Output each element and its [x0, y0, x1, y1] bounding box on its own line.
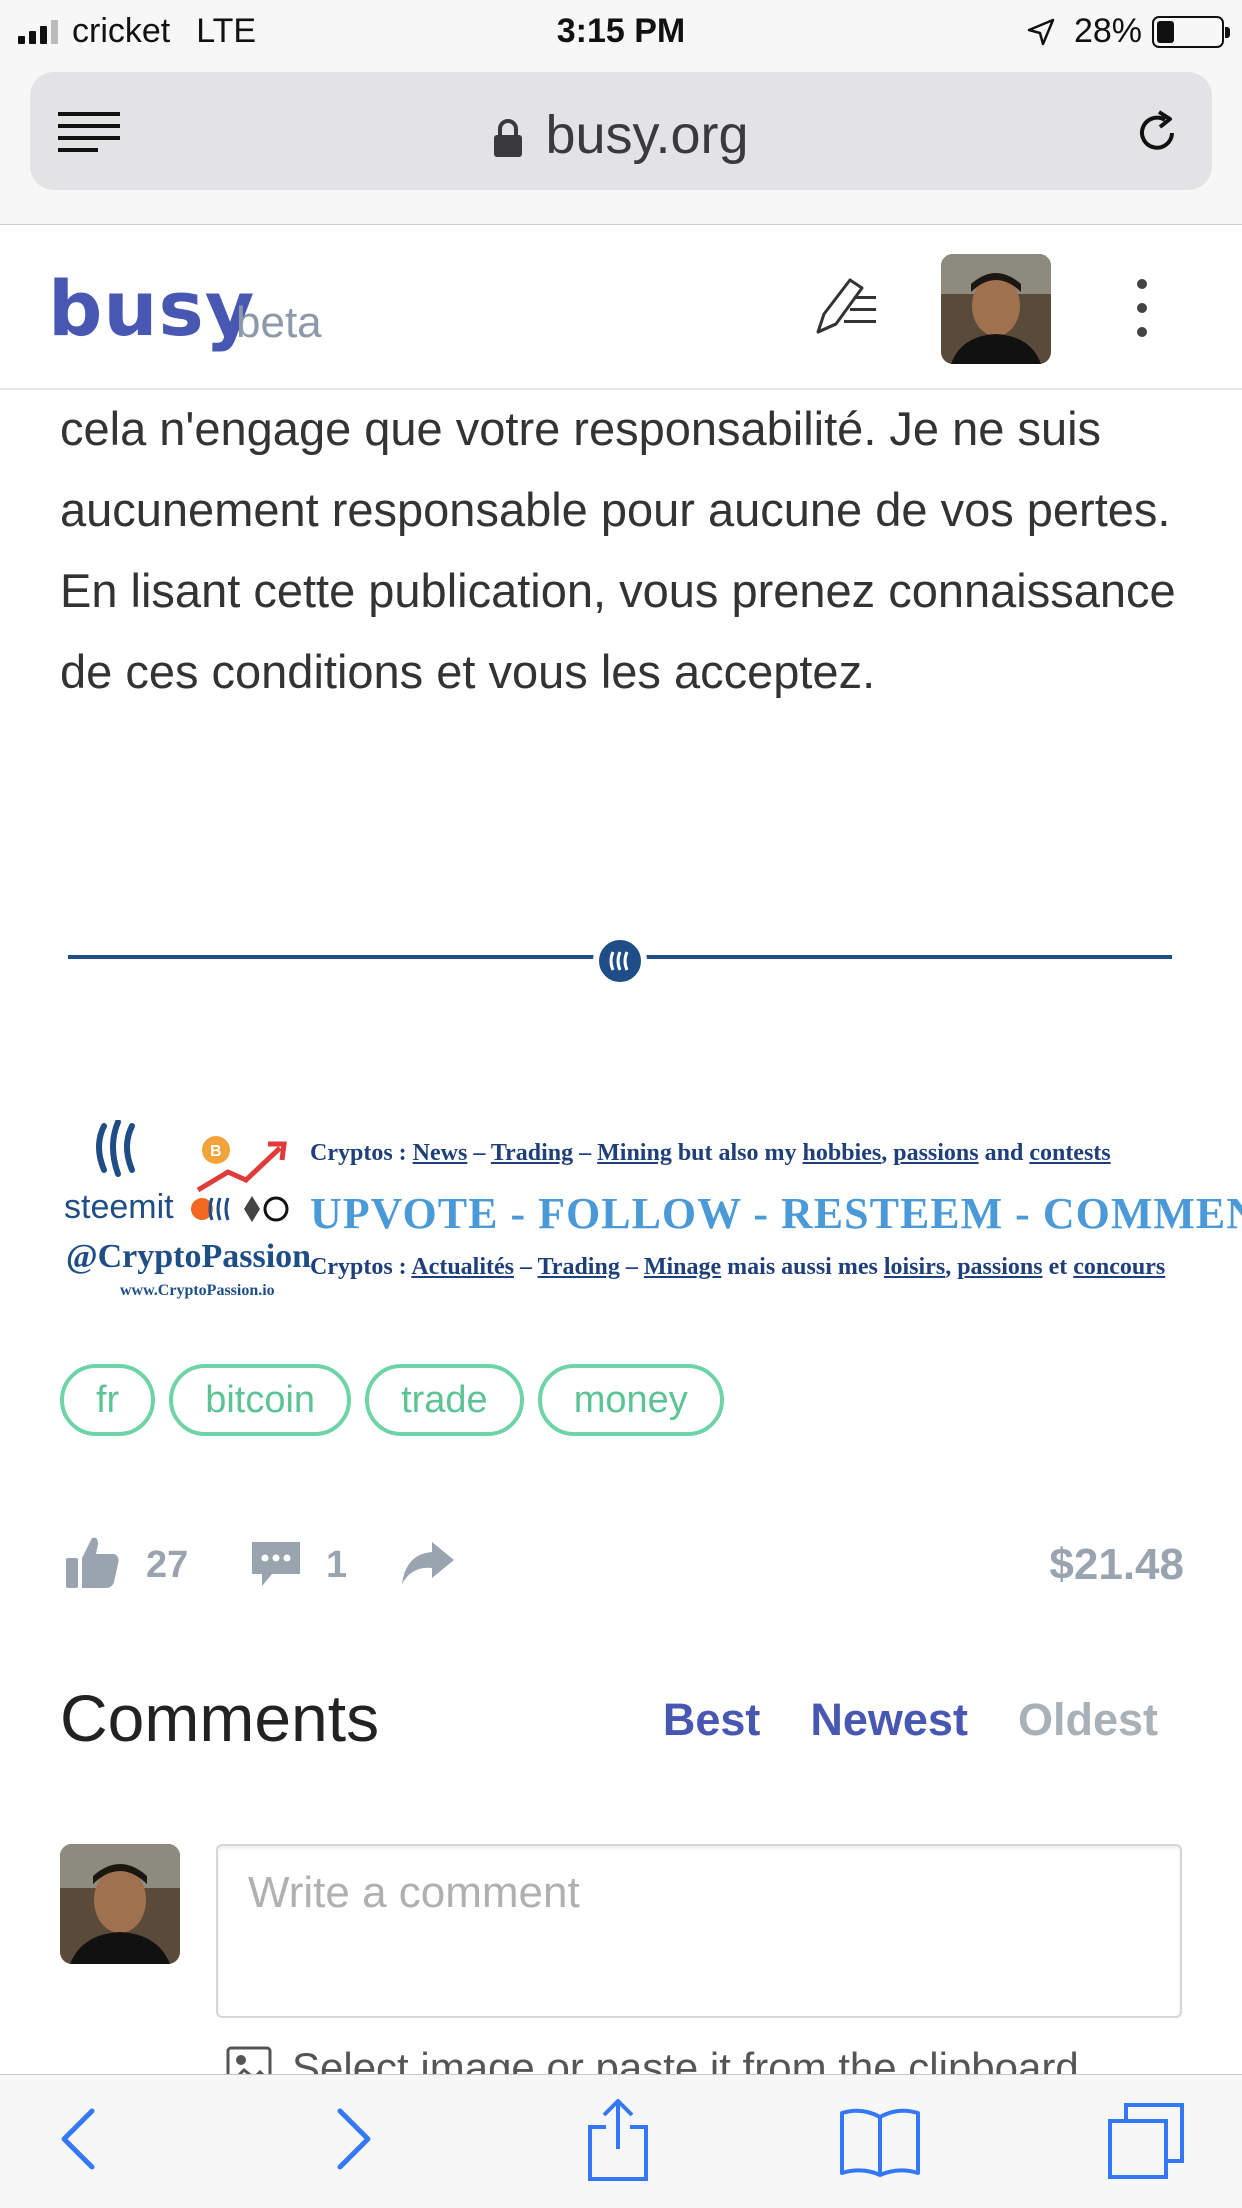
banner-line-english: Cryptos : News – Trading – Mining but al…: [310, 1140, 1111, 1167]
location-icon: [1027, 18, 1055, 45]
sort-oldest[interactable]: Oldest: [1018, 1694, 1158, 1746]
svg-text:B: B: [210, 1143, 222, 1160]
like-count: 27: [146, 1544, 189, 1586]
battery-icon: [1152, 15, 1230, 48]
avatar-photo: [941, 254, 1051, 364]
banner-link: contests: [1029, 1140, 1111, 1166]
banner-line-french: Cryptos : Actualités – Trading – Minage …: [310, 1254, 1165, 1281]
avatar-photo: [60, 1844, 180, 1964]
lock-icon: [494, 119, 523, 157]
banner-text: –: [514, 1254, 538, 1280]
reload-icon[interactable]: [1132, 108, 1182, 158]
banner-text: –: [573, 1140, 598, 1166]
steemit-wordmark: steemit: [64, 1188, 174, 1226]
payout-value[interactable]: $21.48: [1049, 1540, 1184, 1590]
bitcoin-chart-icon: B: [196, 1136, 287, 1193]
safari-toolbar: [0, 2074, 1242, 2208]
banner-text: ,: [945, 1254, 958, 1280]
banner-link: Trading: [490, 1140, 574, 1166]
battery-percent: 28%: [1073, 12, 1142, 50]
tag-fr[interactable]: fr: [60, 1364, 156, 1436]
comment-icon[interactable]: [248, 1538, 304, 1590]
section-divider: [68, 934, 1172, 988]
address-bar[interactable]: busy.org: [30, 72, 1212, 190]
banner-text: and: [978, 1140, 1030, 1166]
banner-text: but also my: [671, 1140, 803, 1166]
browser-chrome: busy.org: [0, 62, 1242, 225]
comment-count: 1: [326, 1544, 348, 1586]
comment-input[interactable]: Write a comment: [216, 1844, 1182, 2018]
tag-money[interactable]: money: [537, 1364, 724, 1436]
share-icon[interactable]: [398, 1538, 456, 1588]
banner-link: concours: [1073, 1254, 1166, 1280]
banner-text: –: [467, 1140, 491, 1166]
comment-sort: Best Newest Oldest: [663, 1694, 1158, 1746]
banner-link: Minage: [643, 1254, 722, 1280]
status-bar: cricket LTE 3:15 PM 28%: [0, 0, 1242, 62]
banner-link: Trading: [537, 1254, 620, 1280]
banner-link: Mining: [597, 1140, 672, 1166]
tag-trade[interactable]: trade: [365, 1364, 524, 1436]
share-sheet-icon[interactable]: [586, 2097, 650, 2181]
beta-badge: beta: [236, 298, 322, 347]
banner-link: loisirs: [883, 1254, 946, 1280]
more-icon[interactable]: [1130, 276, 1154, 340]
steem-logo-icon: [96, 1120, 135, 1177]
cryptopassion-banner[interactable]: B steemit @CryptoPassion www.CryptoPassi…: [60, 1110, 1242, 1310]
url-text: busy.org: [545, 105, 749, 165]
like-icon[interactable]: [64, 1534, 122, 1590]
commenter-avatar: [60, 1844, 180, 1964]
banner-cta: UPVOTE - FOLLOW - RESTEEM - COMMENT: [310, 1189, 1242, 1238]
article-body: cela n'engage que votre responsabilité. …: [60, 402, 1176, 698]
banner-link: passions: [893, 1140, 979, 1166]
banner-text: Cryptos :: [310, 1140, 413, 1166]
tag-bitcoin[interactable]: bitcoin: [169, 1364, 352, 1436]
banner-link: News: [412, 1140, 468, 1166]
user-avatar[interactable]: [941, 254, 1051, 364]
sort-best[interactable]: Best: [663, 1694, 761, 1746]
tag-list: fr bitcoin trade money: [60, 1364, 724, 1436]
sort-newest[interactable]: Newest: [810, 1694, 968, 1746]
banner-link: Actualités: [411, 1254, 514, 1280]
banner-link: hobbies: [802, 1140, 882, 1166]
steem-icon: [593, 934, 647, 988]
comments-heading: Comments: [60, 1681, 380, 1755]
back-icon[interactable]: [58, 2107, 98, 2171]
banner-text: –: [619, 1254, 644, 1280]
write-icon[interactable]: [810, 274, 878, 342]
post-actions: 27 1 $21.48: [64, 1534, 1184, 1594]
busy-logo[interactable]: busy: [48, 264, 255, 353]
status-right: 28%: [1026, 12, 1230, 51]
bookmarks-icon[interactable]: [838, 2107, 922, 2177]
banner-text: mais aussi mes: [721, 1254, 884, 1280]
banner-link: passions: [957, 1254, 1043, 1280]
banner-site: www.CryptoPassion.io: [120, 1282, 275, 1299]
app-header: busy beta: [0, 226, 1242, 390]
banner-text: Cryptos :: [310, 1254, 412, 1280]
banner-text: et: [1042, 1254, 1074, 1280]
banner-handle: @CryptoPassion: [66, 1238, 312, 1275]
banner-text: ,: [881, 1140, 894, 1166]
tabs-icon[interactable]: [1106, 2101, 1186, 2181]
crypto-coins-icon: [191, 1196, 289, 1222]
forward-icon[interactable]: [334, 2107, 374, 2171]
url-display[interactable]: busy.org: [30, 104, 1212, 166]
